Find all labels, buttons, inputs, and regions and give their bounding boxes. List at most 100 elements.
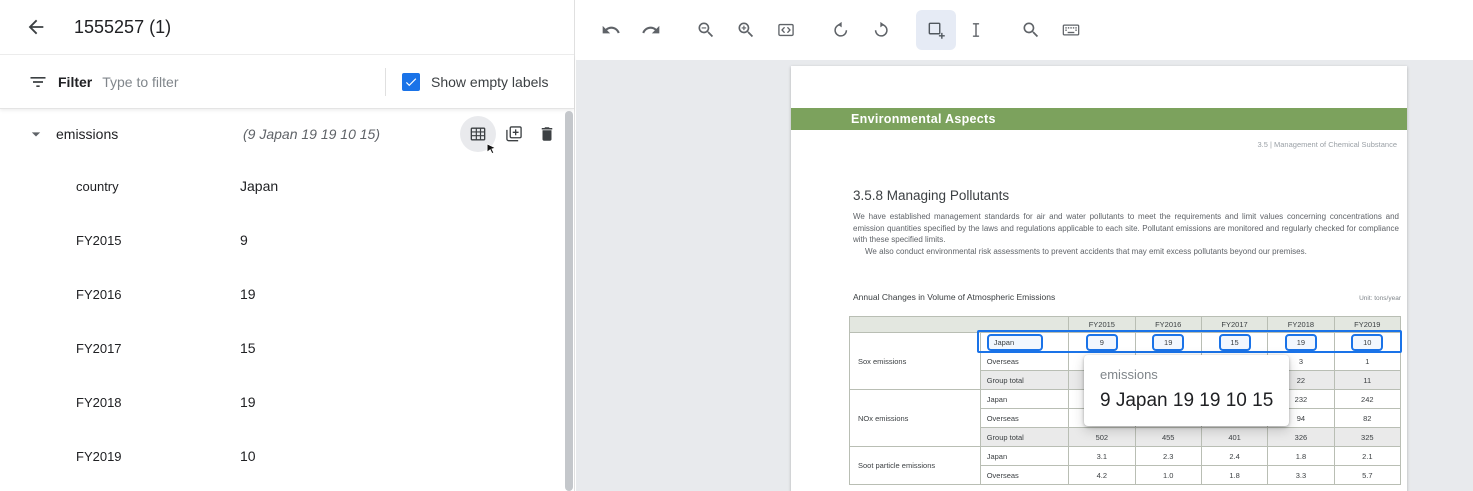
text-select-button[interactable] bbox=[956, 10, 996, 50]
value-text: 1.0 bbox=[1163, 471, 1173, 480]
label-group-name: emissions bbox=[56, 126, 118, 142]
rotate-left-button[interactable] bbox=[821, 10, 861, 50]
value-text: 94 bbox=[1297, 414, 1305, 423]
show-empty-label: Show empty labels bbox=[431, 74, 549, 90]
value-text: 2.4 bbox=[1229, 452, 1239, 461]
keyboard-icon bbox=[1061, 20, 1081, 40]
undo-button[interactable] bbox=[591, 10, 631, 50]
zoom-in-icon bbox=[736, 20, 756, 40]
annotation-tooltip: emissions 9 Japan 19 19 10 15 bbox=[1084, 355, 1289, 426]
value-text: 455 bbox=[1162, 433, 1175, 442]
doc-banner-title: Environmental Aspects bbox=[791, 108, 1407, 130]
labels-panel: 1555257 (1) Filter Show empty labels emi… bbox=[0, 0, 575, 491]
value-text: 5.7 bbox=[1362, 471, 1372, 480]
region-text: Overseas bbox=[987, 414, 1019, 423]
mouse-cursor-icon bbox=[484, 142, 499, 157]
table-value-cell: 1 bbox=[1334, 352, 1400, 371]
table-category-cell: Soot particle emissions bbox=[850, 447, 981, 485]
label-value: 10 bbox=[240, 448, 256, 464]
label-group-summary: (9 Japan 19 19 10 15) bbox=[243, 126, 380, 142]
search-button[interactable] bbox=[1011, 10, 1051, 50]
document-canvas[interactable]: Environmental Aspects 3.5 | Management o… bbox=[576, 60, 1473, 491]
filter-label: Filter bbox=[58, 74, 92, 90]
filter-input[interactable] bbox=[102, 74, 322, 90]
label-value: Japan bbox=[240, 178, 278, 194]
value-text: 22 bbox=[1297, 376, 1305, 385]
filter-icon bbox=[28, 72, 48, 92]
delete-label-button[interactable] bbox=[532, 119, 562, 149]
value-text: 502 bbox=[1096, 433, 1109, 442]
rotate-right-button[interactable] bbox=[861, 10, 901, 50]
table-caption-row: Annual Changes in Volume of Atmospheric … bbox=[853, 292, 1401, 302]
table-region-cell: Japan bbox=[980, 390, 1068, 409]
label-row-country[interactable]: country Japan bbox=[0, 159, 574, 213]
label-row-FY2019[interactable]: FY2019 10 bbox=[0, 429, 574, 483]
doc-paragraph-2: We also conduct environmental risk asses… bbox=[853, 246, 1399, 258]
label-row-FY2015[interactable]: FY2015 9 bbox=[0, 213, 574, 267]
region-text: Group total bbox=[987, 433, 1024, 442]
region-text: Group total bbox=[987, 376, 1024, 385]
table-region-cell: Japan bbox=[980, 447, 1068, 466]
duplicate-label-button[interactable] bbox=[499, 119, 529, 149]
text-select-icon bbox=[966, 20, 986, 40]
viewer-toolbar bbox=[576, 0, 1473, 60]
rotate-right-icon bbox=[871, 20, 891, 40]
duplicate-icon bbox=[504, 124, 524, 144]
zoom-out-button[interactable] bbox=[686, 10, 726, 50]
label-group-row[interactable]: emissions (9 Japan 19 19 10 15) bbox=[0, 109, 574, 159]
table-value-cell: 2.3 bbox=[1135, 447, 1201, 466]
add-region-icon bbox=[926, 20, 946, 40]
checkmark-icon bbox=[404, 75, 418, 89]
table-value-cell: 5.7 bbox=[1334, 466, 1400, 485]
table-value-cell: 11 bbox=[1334, 371, 1400, 390]
label-row-FY2018[interactable]: FY2018 19 bbox=[0, 375, 574, 429]
redo-button[interactable] bbox=[631, 10, 671, 50]
value-text: 1.8 bbox=[1229, 471, 1239, 480]
extract-table-button[interactable] bbox=[460, 116, 496, 152]
table-value-cell: 455 bbox=[1135, 428, 1201, 447]
value-text: 2.3 bbox=[1163, 452, 1173, 461]
add-region-button[interactable] bbox=[916, 10, 956, 50]
label-key: FY2019 bbox=[76, 449, 122, 464]
panel-header: 1555257 (1) bbox=[0, 0, 574, 55]
table-value-cell: 502 bbox=[1069, 428, 1135, 447]
show-empty-checkbox[interactable] bbox=[402, 73, 420, 91]
document-page: Environmental Aspects 3.5 | Management o… bbox=[791, 66, 1407, 491]
filter-bar: Filter Show empty labels bbox=[0, 55, 574, 109]
zoom-in-button[interactable] bbox=[726, 10, 766, 50]
label-value: 19 bbox=[240, 394, 256, 410]
table-value-cell: 326 bbox=[1268, 428, 1334, 447]
label-value: 15 bbox=[240, 340, 256, 356]
table-value-cell: 2.4 bbox=[1201, 447, 1267, 466]
zoom-out-icon bbox=[696, 20, 716, 40]
value-text: 232 bbox=[1295, 395, 1308, 404]
code-view-button[interactable] bbox=[766, 10, 806, 50]
label-row-FY2016[interactable]: FY2016 19 bbox=[0, 267, 574, 321]
document-viewer: Environmental Aspects 3.5 | Management o… bbox=[576, 0, 1473, 491]
trash-icon bbox=[538, 125, 556, 143]
table-value-cell: 401 bbox=[1201, 428, 1267, 447]
value-text: 4.2 bbox=[1097, 471, 1107, 480]
table-region-cell: Group total bbox=[980, 428, 1068, 447]
keyboard-button[interactable] bbox=[1051, 10, 1091, 50]
back-button[interactable] bbox=[24, 15, 48, 39]
search-icon bbox=[1021, 20, 1041, 40]
value-text: 325 bbox=[1361, 433, 1374, 442]
annotation-row-outline[interactable] bbox=[977, 330, 1401, 353]
rotate-left-icon bbox=[831, 20, 851, 40]
table-region-cell: Overseas bbox=[980, 466, 1068, 485]
table-value-cell: 4.2 bbox=[1069, 466, 1135, 485]
region-text: Japan bbox=[987, 452, 1007, 461]
label-row-FY2017[interactable]: FY2017 15 bbox=[0, 321, 574, 375]
table-region-cell: Overseas bbox=[980, 352, 1068, 371]
left-scrollbar[interactable] bbox=[565, 111, 573, 491]
table-unit: Unit: tons/year bbox=[1359, 295, 1401, 302]
expander-icon[interactable] bbox=[26, 124, 46, 144]
doc-paragraphs: We have established management standards… bbox=[853, 211, 1399, 257]
page-title: 1555257 (1) bbox=[74, 17, 171, 38]
doc-paragraph-1: We have established management standards… bbox=[853, 211, 1399, 246]
doc-section-ref: 3.5 | Management of Chemical Substance bbox=[1257, 140, 1397, 149]
table-region-cell: Group total bbox=[980, 371, 1068, 390]
value-text: 1 bbox=[1365, 357, 1369, 366]
region-text: Overseas bbox=[987, 357, 1019, 366]
